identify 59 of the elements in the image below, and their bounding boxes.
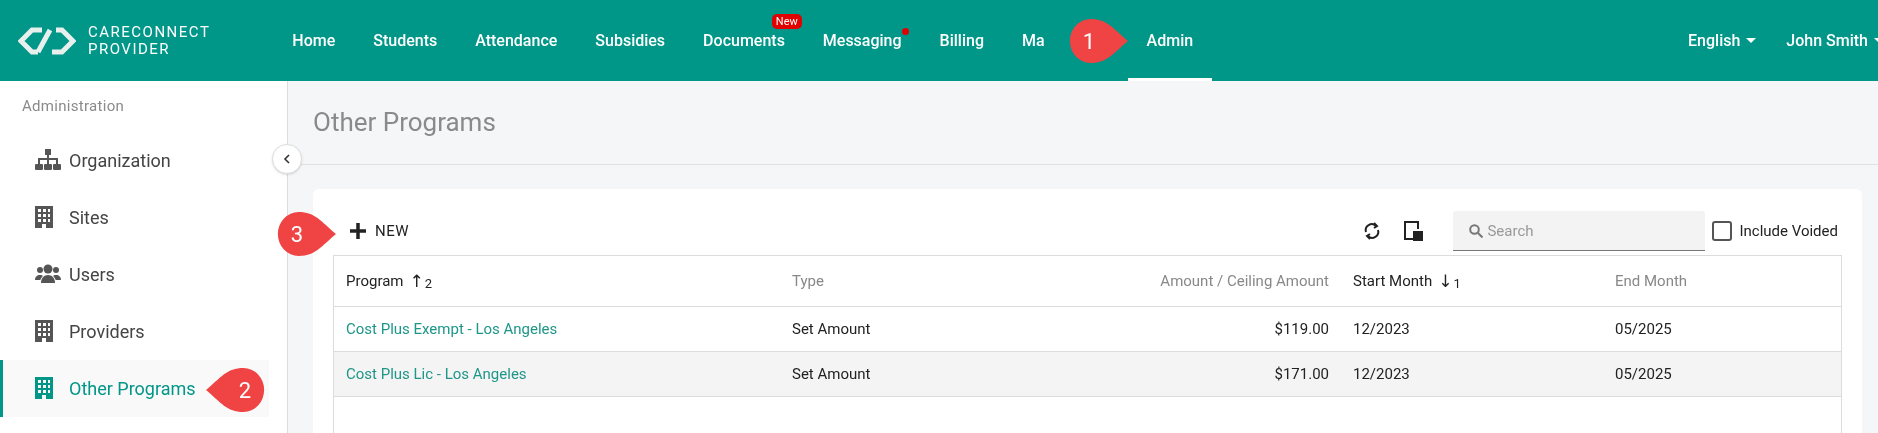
column-header[interactable]: Program — [346, 269, 404, 293]
nav-link[interactable]: Ma — [1022, 0, 1045, 81]
refresh-icon[interactable] — [1363, 221, 1382, 241]
table-cell-text: 05/2025 — [1614, 363, 1673, 385]
step-marker: 3 — [276, 212, 336, 256]
building-icon — [35, 206, 53, 228]
program-link[interactable]: Cost Plus Exempt - Los Angeles — [334, 317, 570, 341]
sitemap-icon — [35, 149, 61, 171]
plus-icon — [349, 222, 367, 240]
users-icon — [35, 264, 61, 284]
nav-link[interactable]: Admin — [1127, 0, 1213, 81]
nav-link[interactable]: Billing — [939, 0, 984, 81]
sidebar-heading: Administration — [21, 96, 126, 117]
table-cell-text: Set Amount — [791, 318, 872, 340]
search-icon — [1469, 224, 1484, 238]
page-title: Other Programs — [313, 106, 496, 139]
nav-link[interactable]: Subsidies — [595, 0, 666, 81]
column-header[interactable]: End Month — [1615, 269, 1688, 293]
search-field[interactable]: Search — [1453, 211, 1706, 251]
nav-link[interactable]: Messaging — [822, 0, 902, 81]
column-settings-icon[interactable] — [1403, 221, 1424, 241]
checkbox-label: Include Voided — [1739, 220, 1838, 242]
new-button[interactable]: NEW — [333, 219, 410, 243]
table-cell-text: $119.00 — [1273, 318, 1330, 340]
brand-subtitle: PROVIDER — [88, 40, 172, 58]
include-voided-checkbox[interactable] — [1712, 221, 1733, 241]
table-cell-text: $171.00 — [1273, 363, 1330, 385]
nav-link[interactable]: Students — [373, 0, 438, 81]
table-cell-text: Set Amount — [791, 363, 872, 385]
column-header[interactable]: Amount / Ceiling Amount — [1160, 269, 1329, 293]
new-badge: New — [771, 14, 802, 29]
sort-arrow: ↓ — [1438, 272, 1453, 290]
table-cell-text: 05/2025 — [1614, 318, 1673, 340]
sort-arrow: ↑ — [409, 272, 424, 290]
collapse-button[interactable] — [272, 144, 302, 174]
column-header[interactable]: Start Month — [1353, 269, 1433, 293]
program-link[interactable]: Cost Plus Lic - Los Angeles — [334, 362, 539, 386]
sort-order: 1 — [1453, 277, 1461, 290]
building-icon — [35, 320, 53, 342]
sort-order: 2 — [424, 277, 433, 290]
step-marker: 2 — [206, 368, 266, 412]
language-dropdown[interactable]: English — [1688, 28, 1757, 53]
nav-link[interactable]: Home — [292, 0, 336, 81]
building-icon — [35, 377, 53, 399]
table-cell-text: 12/2023 — [1352, 363, 1411, 385]
column-header[interactable]: Type — [792, 269, 824, 293]
nav-link[interactable]: Attendance — [475, 0, 558, 81]
logo-icon — [18, 25, 76, 56]
table-cell-text: 12/2023 — [1352, 318, 1411, 340]
table-row[interactable]: Cost Plus Lic - Los Angeles Set Amount $171.00 12/2023 05/2025 — [334, 352, 1841, 397]
logo[interactable]: CARECONNECT PROVIDER — [0, 23, 211, 58]
sidebar-item[interactable]: Organization — [0, 131, 269, 189]
sidebar-item[interactable]: Sites — [0, 188, 269, 246]
step-marker: 1 — [1068, 19, 1128, 63]
sidebar-item[interactable]: Users — [0, 245, 269, 303]
sidebar-item[interactable]: Providers — [0, 302, 269, 360]
user-menu[interactable]: John Smith — [1786, 28, 1878, 53]
brand-name: CARECONNECT — [88, 23, 211, 41]
chevron-left-icon — [283, 154, 291, 164]
